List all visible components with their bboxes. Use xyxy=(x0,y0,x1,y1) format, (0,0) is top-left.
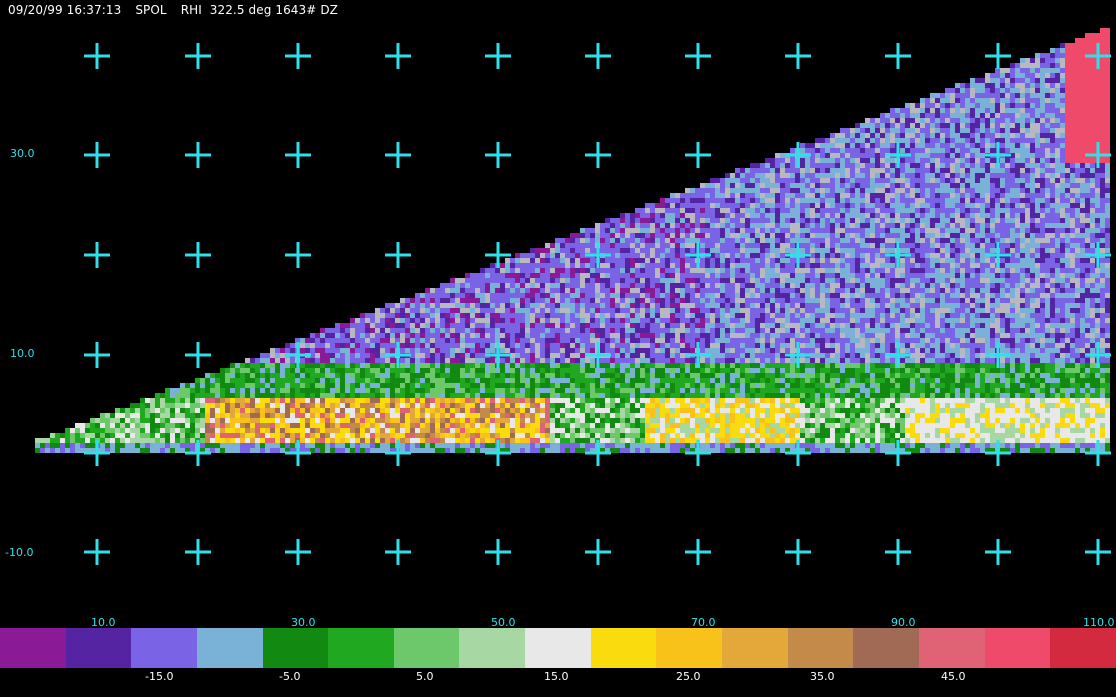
color-swatch xyxy=(328,628,394,668)
color-scale-bar xyxy=(0,628,1116,668)
color-swatch xyxy=(918,628,985,668)
grid-cross xyxy=(84,342,110,368)
grid-cross xyxy=(985,43,1011,69)
y-axis-label-minus10: -10.0 xyxy=(5,546,34,559)
scan-datetime: 09/20/99 16:37:13 xyxy=(8,3,122,17)
color-label-25: 25.0 xyxy=(676,670,701,683)
grid-cross xyxy=(84,43,110,69)
grid-cross xyxy=(585,43,611,69)
grid-cross xyxy=(585,142,611,168)
grid-cross xyxy=(685,539,711,565)
color-swatch xyxy=(65,628,132,668)
grid-cross xyxy=(84,142,110,168)
grid-cross xyxy=(285,142,311,168)
grid-cross xyxy=(185,142,211,168)
grid-cross xyxy=(485,43,511,69)
color-swatch xyxy=(525,628,591,668)
color-swatch xyxy=(787,628,854,668)
grid-cross xyxy=(685,43,711,69)
grid-cross xyxy=(385,43,411,69)
grid-cross xyxy=(385,142,411,168)
color-label-minus15: -15.0 xyxy=(145,670,174,683)
grid-cross xyxy=(485,539,511,565)
grid-cross xyxy=(985,539,1011,565)
color-swatch xyxy=(853,628,919,668)
grid-cross xyxy=(185,539,211,565)
grid-cross xyxy=(385,539,411,565)
grid-cross xyxy=(385,242,411,268)
color-swatch xyxy=(459,628,526,668)
color-label-5: 5.0 xyxy=(416,670,434,683)
color-swatch xyxy=(196,628,263,668)
color-swatch xyxy=(131,628,197,668)
grid-cross xyxy=(585,539,611,565)
grid-cross xyxy=(84,242,110,268)
grid-cross xyxy=(185,342,211,368)
grid-cross xyxy=(285,43,311,69)
grid-cross xyxy=(285,539,311,565)
color-swatch xyxy=(984,628,1051,668)
grid-cross xyxy=(1085,539,1111,565)
color-swatch xyxy=(262,628,329,668)
color-swatch xyxy=(393,628,460,668)
color-label-35: 35.0 xyxy=(810,670,835,683)
grid-cross xyxy=(785,539,811,565)
grid-cross xyxy=(685,142,711,168)
rhi-display xyxy=(35,28,1111,565)
grid-cross xyxy=(285,242,311,268)
radar-echo-area xyxy=(35,28,1110,453)
grid-cross xyxy=(185,242,211,268)
scan-description: RHI 322.5 deg 1643# DZ xyxy=(180,3,339,17)
grid-cross xyxy=(84,539,110,565)
color-label-15: 15.0 xyxy=(544,670,569,683)
color-swatch xyxy=(1050,628,1116,668)
color-swatch xyxy=(722,628,788,668)
y-axis-label-10: 10.0 xyxy=(10,347,35,360)
grid-cross xyxy=(885,43,911,69)
color-label-minus5: -5.0 xyxy=(279,670,301,683)
color-label-45: 45.0 xyxy=(941,670,966,683)
color-swatch xyxy=(0,628,66,668)
radar-name: SPOL xyxy=(135,3,167,17)
color-swatch xyxy=(656,628,723,668)
grid-cross xyxy=(785,43,811,69)
grid-cross xyxy=(885,539,911,565)
color-swatch xyxy=(590,628,657,668)
y-axis-label-30: 30.0 xyxy=(10,147,35,160)
grid-cross xyxy=(485,142,511,168)
grid-cross xyxy=(185,43,211,69)
scan-header: 09/20/99 16:37:13 SPOL RHI 322.5 deg 1643#… xyxy=(8,3,352,17)
